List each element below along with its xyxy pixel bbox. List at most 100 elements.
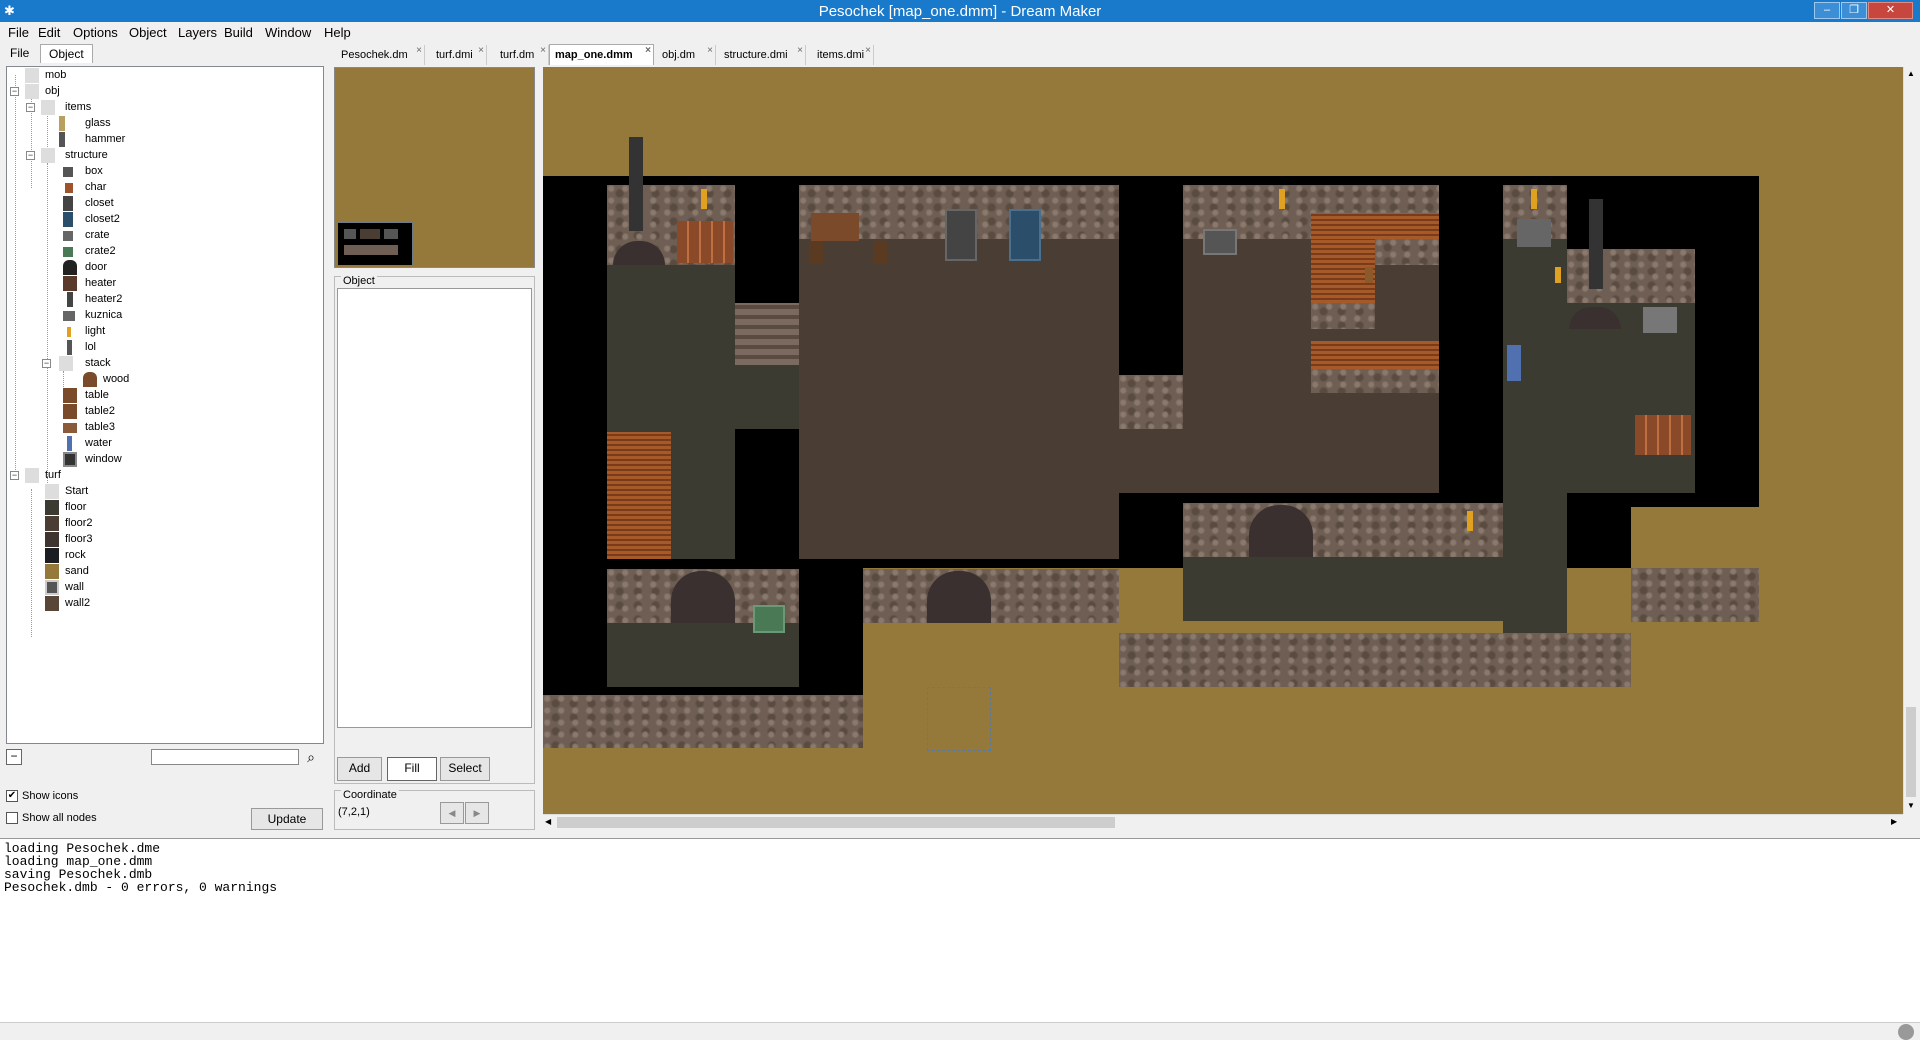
tree-item-crate[interactable]: crate <box>7 228 307 244</box>
selection-box[interactable] <box>927 687 991 751</box>
next-coordinate-button[interactable]: ▶ <box>465 802 489 824</box>
fill-button[interactable]: Fill <box>387 757 437 781</box>
close-tab-icon[interactable]: × <box>416 45 422 56</box>
tree-item-closet2[interactable]: closet2 <box>7 212 307 228</box>
menu-help[interactable]: Help <box>324 25 351 40</box>
prev-coordinate-button[interactable]: ◀ <box>440 802 464 824</box>
close-tab-icon[interactable]: × <box>540 45 546 56</box>
scroll-thumb[interactable] <box>1906 707 1916 797</box>
tab-object[interactable]: Object <box>40 44 93 63</box>
tree-label: light <box>85 325 106 337</box>
minimize-button[interactable]: – <box>1814 2 1840 19</box>
tree-item-mob[interactable]: mob <box>7 68 307 84</box>
tab-items-dmi[interactable]: items.dmi × <box>806 45 874 65</box>
tree-item-closet[interactable]: closet <box>7 196 307 212</box>
tree-item-table[interactable]: table <box>7 388 307 404</box>
scroll-up-icon[interactable]: ▲ <box>1907 69 1915 78</box>
tree-label: crate <box>85 229 110 241</box>
collapse-toggle[interactable]: − <box>26 151 35 160</box>
menu-layers[interactable]: Layers <box>178 25 217 40</box>
mob-icon <box>25 68 39 83</box>
close-tab-icon[interactable]: × <box>865 45 871 56</box>
menu-file[interactable]: File <box>8 25 29 40</box>
tab-structure-dmi[interactable]: structure.dmi × <box>716 45 806 65</box>
tab-turf-dm[interactable]: turf.dm × <box>487 45 549 65</box>
close-tab-icon[interactable]: × <box>645 45 651 56</box>
tree-item-box[interactable]: box <box>7 164 307 180</box>
tree-item-stack[interactable]: − stack <box>7 356 307 372</box>
collapse-all-icon[interactable]: − <box>6 749 22 765</box>
close-button[interactable]: ✕ <box>1868 2 1913 19</box>
tree-item-wall[interactable]: wall <box>7 580 307 596</box>
tree-item-char[interactable]: char <box>7 180 307 196</box>
tab-pesochek-dm[interactable]: Pesochek.dm × <box>330 45 425 65</box>
search-input[interactable] <box>151 749 299 765</box>
show-icons-checkbox[interactable]: ✔ <box>6 790 18 802</box>
tree-item-kuznica[interactable]: kuznica <box>7 308 307 324</box>
menu-window[interactable]: Window <box>265 25 311 40</box>
water-icon <box>67 436 72 451</box>
minimap-viewport[interactable] <box>337 222 413 266</box>
tree-item-items[interactable]: − items <box>7 100 307 116</box>
tree-item-heater[interactable]: heater <box>7 276 307 292</box>
show-all-nodes-checkbox[interactable] <box>6 812 18 824</box>
tree-item-structure[interactable]: − structure <box>7 148 307 164</box>
coordinate-label: Coordinate <box>341 789 399 801</box>
menu-build[interactable]: Build <box>224 25 253 40</box>
tree-item-obj[interactable]: − obj <box>7 84 307 100</box>
output-line: Pesochek.dmb - 0 errors, 0 warnings <box>4 880 278 895</box>
map-view[interactable] <box>543 67 1903 814</box>
update-button[interactable]: Update <box>251 808 323 830</box>
tree-item-floor2[interactable]: floor2 <box>7 516 307 532</box>
tab-file[interactable]: File <box>2 44 37 63</box>
tree-item-sand[interactable]: sand <box>7 564 307 580</box>
scroll-left-icon[interactable]: ◀ <box>545 817 551 826</box>
collapse-toggle[interactable]: − <box>26 103 35 112</box>
close-tab-icon[interactable]: × <box>478 45 484 56</box>
tree-label: structure <box>65 149 108 161</box>
tab-turf-dmi[interactable]: turf.dmi × <box>425 45 487 65</box>
tree-item-turf[interactable]: − turf <box>7 468 307 484</box>
archway <box>671 571 735 623</box>
tab-obj-dm[interactable]: obj.dm × <box>654 45 716 65</box>
tree-item-door[interactable]: door <box>7 260 307 276</box>
collapse-toggle[interactable]: − <box>42 359 51 368</box>
select-button[interactable]: Select <box>440 757 490 781</box>
add-button[interactable]: Add <box>337 757 382 781</box>
menu-object[interactable]: Object <box>129 25 167 40</box>
tree-item-wood[interactable]: wood <box>7 372 307 388</box>
horizontal-scrollbar[interactable]: ◀ ▶ <box>543 814 1903 830</box>
tree-item-light[interactable]: light <box>7 324 307 340</box>
tree-item-start[interactable]: Start <box>7 484 307 500</box>
search-icon[interactable]: ⌕ <box>302 748 320 766</box>
scroll-thumb[interactable] <box>557 817 1115 828</box>
collapse-toggle[interactable]: − <box>10 471 19 480</box>
tree-item-rock[interactable]: rock <box>7 548 307 564</box>
scroll-right-icon[interactable]: ▶ <box>1891 817 1897 826</box>
close-tab-icon[interactable]: × <box>797 45 803 56</box>
tree-label: sand <box>65 565 89 577</box>
close-tab-icon[interactable]: × <box>707 45 713 56</box>
vertical-scrollbar[interactable]: ▲ ▼ <box>1903 67 1918 814</box>
restore-button[interactable]: ❐ <box>1841 2 1867 19</box>
tree-item-crate2[interactable]: crate2 <box>7 244 307 260</box>
tree-item-window[interactable]: window <box>7 452 307 468</box>
tree-item-water[interactable]: water <box>7 436 307 452</box>
tree-item-table2[interactable]: table2 <box>7 404 307 420</box>
tree-item-floor[interactable]: floor <box>7 500 307 516</box>
tree-item-table3[interactable]: table3 <box>7 420 307 436</box>
tree-item-floor3[interactable]: floor3 <box>7 532 307 548</box>
object-list[interactable] <box>337 288 532 728</box>
tree-item-lol[interactable]: lol <box>7 340 307 356</box>
menu-edit[interactable]: Edit <box>38 25 60 40</box>
tab-map-one-dmm[interactable]: map_one.dmm × <box>549 44 654 65</box>
tree-item-heater2[interactable]: heater2 <box>7 292 307 308</box>
collapse-toggle[interactable]: − <box>10 87 19 96</box>
tree-item-hammer[interactable]: hammer <box>7 132 307 148</box>
resize-grip-icon[interactable] <box>1898 1024 1914 1040</box>
scroll-down-icon[interactable]: ▼ <box>1907 801 1915 810</box>
tree-item-wall2[interactable]: wall2 <box>7 596 307 612</box>
tree-item-glass[interactable]: glass <box>7 116 307 132</box>
menu-options[interactable]: Options <box>73 25 118 40</box>
minimap[interactable] <box>334 67 535 268</box>
